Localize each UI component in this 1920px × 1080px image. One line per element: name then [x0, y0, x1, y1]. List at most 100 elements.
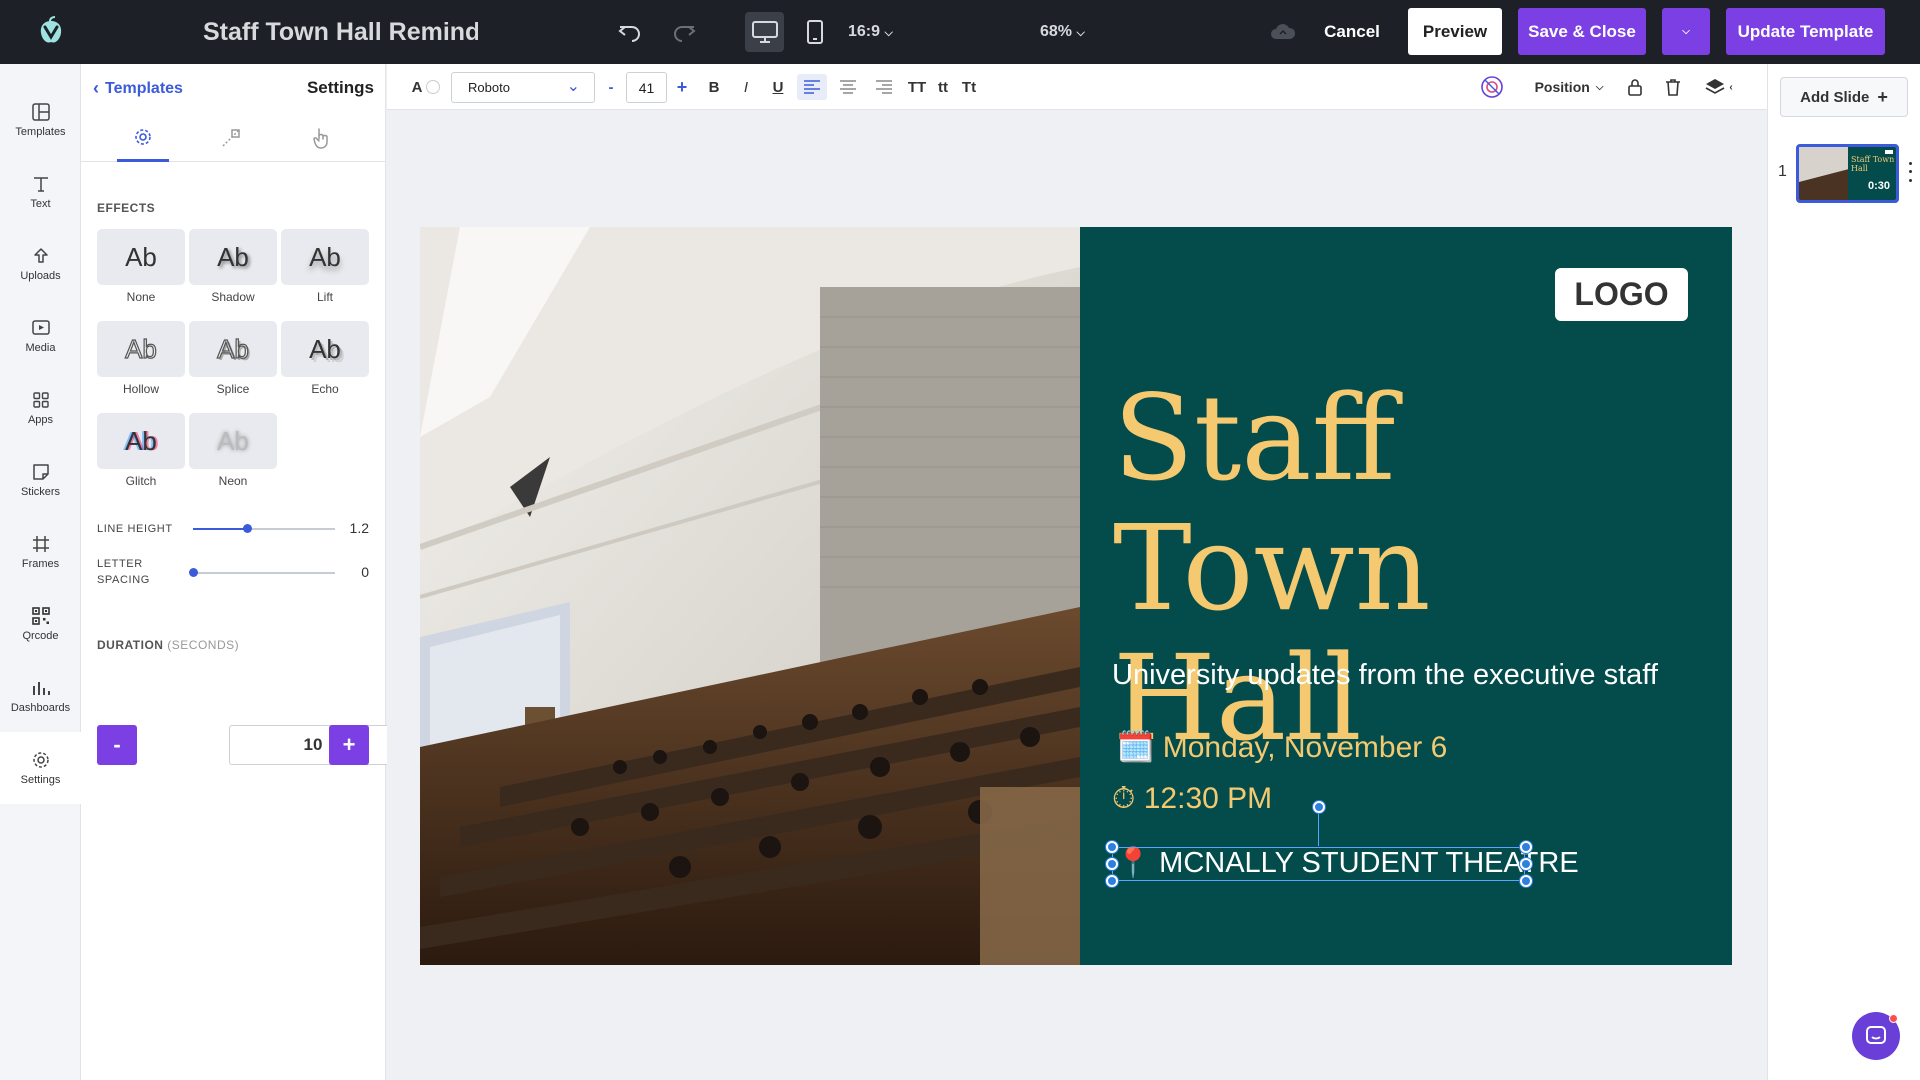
- bold-button[interactable]: B: [703, 74, 725, 100]
- slider-handle[interactable]: [189, 568, 198, 577]
- effect-shadow-button[interactable]: Ab: [189, 229, 277, 285]
- tab-animation[interactable]: [205, 114, 257, 162]
- chat-support-button[interactable]: [1852, 1012, 1900, 1060]
- mobile-view-icon[interactable]: [797, 14, 833, 50]
- rotation-connector: [1318, 808, 1319, 846]
- rail-item-dashboards[interactable]: Dashboards: [0, 660, 81, 732]
- effect-hollow-button[interactable]: Ab: [97, 321, 185, 377]
- effect-name: Shadow: [211, 290, 255, 304]
- align-center-button[interactable]: [833, 74, 863, 100]
- document-title[interactable]: Staff Town Hall Reminde: [203, 14, 478, 50]
- selection-box[interactable]: [1112, 847, 1525, 881]
- resize-handle-bottom-left[interactable]: [1106, 875, 1118, 887]
- slide-time[interactable]: ⏱ 12:30 PM: [1112, 779, 1272, 819]
- cloud-sync-icon: [1265, 14, 1301, 50]
- rail-item-stickers[interactable]: Stickers: [0, 444, 81, 516]
- slide-date[interactable]: 🗓️ Monday, November 6: [1117, 728, 1447, 768]
- title-case-button[interactable]: Tt: [957, 74, 981, 100]
- back-to-templates-link[interactable]: ‹ Templates: [93, 78, 183, 99]
- resize-handle-left[interactable]: [1106, 858, 1118, 870]
- effects-palette-button[interactable]: [1479, 74, 1505, 100]
- layers-button[interactable]: ‹: [1699, 74, 1739, 100]
- align-left-icon: [804, 80, 820, 94]
- resize-handle-bottom-right[interactable]: [1520, 875, 1532, 887]
- tab-text-settings[interactable]: [117, 114, 169, 162]
- align-left-button[interactable]: [797, 74, 827, 100]
- slide-thumbnail[interactable]: Staff Town Hall 0:30: [1796, 144, 1899, 203]
- cancel-button[interactable]: Cancel: [1313, 8, 1391, 55]
- rail-label: Settings: [20, 774, 61, 786]
- rail-item-text[interactable]: Text: [0, 156, 81, 228]
- duration-increase-button[interactable]: +: [329, 725, 369, 765]
- resize-handle-top-left[interactable]: [1106, 841, 1118, 853]
- delete-button[interactable]: [1661, 74, 1685, 100]
- rail-item-apps[interactable]: Apps: [0, 372, 81, 444]
- underline-button[interactable]: U: [767, 74, 789, 100]
- font-family-select[interactable]: Roboto ⌄: [451, 72, 595, 103]
- rail-item-settings[interactable]: Settings: [0, 732, 81, 804]
- effect-sample: Ab: [125, 425, 157, 456]
- italic-button[interactable]: I: [735, 74, 757, 100]
- tab-interaction[interactable]: [295, 114, 347, 162]
- align-center-icon: [840, 80, 856, 94]
- duration-unit: (SECONDS): [167, 638, 240, 652]
- rail-item-media[interactable]: Media: [0, 300, 81, 372]
- save-options-button[interactable]: ⌵: [1662, 8, 1710, 55]
- rail-item-frames[interactable]: Frames: [0, 516, 81, 588]
- slider-handle[interactable]: [242, 524, 252, 533]
- undo-icon[interactable]: [612, 14, 648, 50]
- lowercase-button[interactable]: tt: [933, 74, 953, 100]
- resize-handle-top-right[interactable]: [1520, 841, 1532, 853]
- effect-none-button[interactable]: Ab: [97, 229, 185, 285]
- duration-input[interactable]: [229, 725, 397, 765]
- aspect-ratio-select[interactable]: 16:9 ⌵: [848, 20, 893, 45]
- save-close-button[interactable]: Save & Close: [1518, 8, 1646, 55]
- uppercase-button[interactable]: TT: [905, 74, 929, 100]
- effect-glitch-button[interactable]: Ab: [97, 413, 185, 469]
- font-size-decrease-button[interactable]: -: [601, 74, 621, 100]
- slide-title[interactable]: Staff Town Hall: [1113, 373, 1713, 763]
- effect-sample: Ab: [309, 333, 341, 364]
- duration-decrease-button[interactable]: -: [97, 725, 137, 765]
- redo-icon[interactable]: [666, 14, 702, 50]
- font-size-input[interactable]: [626, 72, 667, 103]
- lock-button[interactable]: [1623, 74, 1647, 100]
- resize-handle-right[interactable]: [1520, 858, 1532, 870]
- add-slide-button[interactable]: Add Slide +: [1780, 77, 1908, 117]
- text-color-button[interactable]: A: [409, 74, 443, 100]
- slide-more-options-icon[interactable]: [1901, 159, 1919, 185]
- effects-label: EFFECTS: [97, 201, 156, 215]
- chevron-down-icon: ⌵: [884, 27, 893, 39]
- desktop-view-icon[interactable]: [745, 12, 784, 52]
- effect-sample: Ab: [125, 241, 157, 272]
- position-select[interactable]: Position ⌵: [1529, 74, 1609, 100]
- rail-item-templates[interactable]: Templates: [0, 84, 81, 156]
- align-right-button[interactable]: [869, 74, 899, 100]
- rotate-handle[interactable]: [1313, 801, 1325, 813]
- letter-spacing-label: LETTER SPACING: [97, 558, 150, 586]
- effect-sample: Ab: [217, 425, 249, 456]
- slide-subtitle[interactable]: University updates from the executive st…: [1112, 657, 1712, 693]
- effect-echo-button[interactable]: Ab: [281, 321, 369, 377]
- lecture-hall-photo[interactable]: [420, 227, 1080, 965]
- effect-splice-button[interactable]: Ab: [189, 321, 277, 377]
- app-logo-icon[interactable]: [36, 16, 66, 46]
- zoom-value: 68%: [1040, 23, 1073, 40]
- letter-spacing-slider[interactable]: [189, 568, 335, 577]
- line-height-slider[interactable]: [193, 524, 335, 533]
- update-template-button[interactable]: Update Template: [1726, 8, 1885, 55]
- rail-item-qrcode[interactable]: Qrcode: [0, 588, 81, 660]
- left-rail: Templates Text Uploads Media Apps Sticke…: [0, 64, 81, 1080]
- zoom-select[interactable]: 68% ⌵: [1040, 20, 1085, 45]
- thumbnail-duration: 0:30: [1867, 180, 1890, 192]
- effect-neon-button[interactable]: Ab: [189, 413, 277, 469]
- rail-label: Text: [30, 198, 51, 210]
- sticker-icon: [32, 464, 49, 480]
- preview-button[interactable]: Preview: [1408, 8, 1502, 55]
- rail-item-uploads[interactable]: Uploads: [0, 228, 81, 300]
- rail-label: Templates: [15, 126, 66, 138]
- effect-lift-button[interactable]: Ab: [281, 229, 369, 285]
- logo-placeholder[interactable]: LOGO: [1555, 268, 1688, 321]
- rail-label: Dashboards: [10, 702, 71, 714]
- font-size-increase-button[interactable]: +: [672, 74, 692, 100]
